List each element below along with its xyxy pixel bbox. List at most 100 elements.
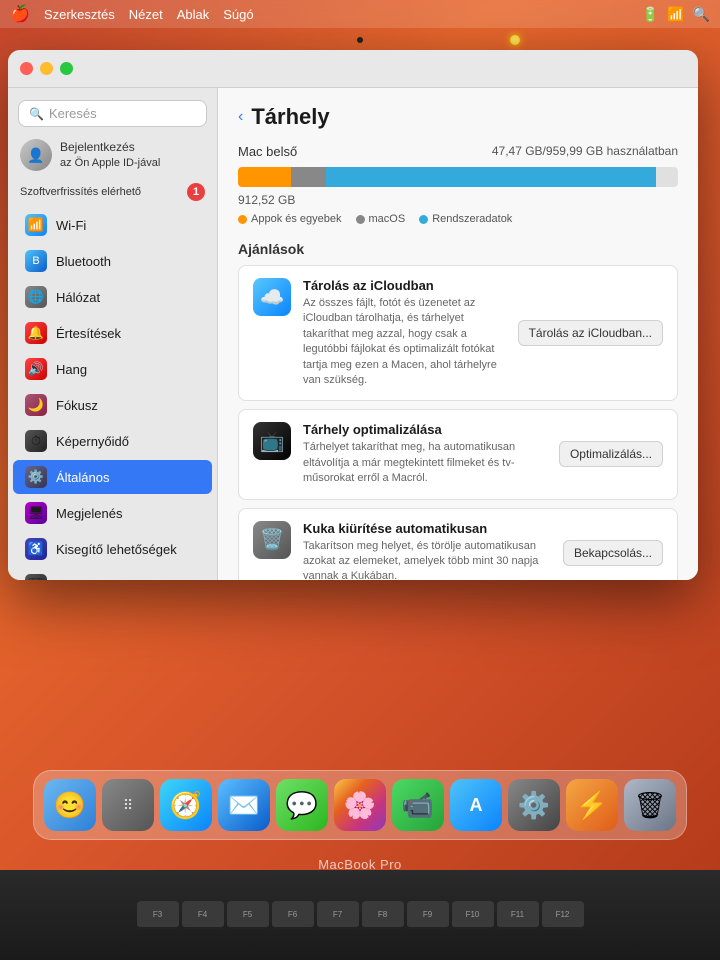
page-title: Tárhely [251, 104, 329, 130]
main-content: ‹ Tárhely Mac belső 47,47 GB/959,99 GB h… [218, 88, 698, 580]
user-name: Bejelentkezés [60, 140, 160, 156]
key-f3[interactable]: F3 [137, 901, 179, 929]
storage-seg-macos [291, 167, 326, 187]
storage-legend: Appok és egyebek macOS Rendszeradatok [238, 213, 678, 225]
rec-card-icloud: ☁️ Tárolás az iCloudban Az összes fájlt,… [238, 265, 678, 401]
notification-icon: 🔔 [25, 322, 47, 344]
sidebar: 🔍 Keresés 👤 Bejelentkezés az Ön Apple ID… [8, 88, 218, 580]
dock-appstore[interactable]: A [450, 779, 502, 831]
key-f11[interactable]: F11 [497, 901, 539, 929]
key-f6[interactable]: F6 [272, 901, 314, 929]
back-button[interactable]: ‹ [238, 108, 243, 126]
sidebar-label-bluetooth: Bluetooth [56, 254, 111, 269]
rec-desc-trash: Takarítson meg helyet, és törölje automa… [303, 539, 551, 580]
dock-safari[interactable]: 🧭 [160, 779, 212, 831]
storage-usage: 47,47 GB/959,99 GB használatban [492, 144, 678, 159]
rec-desc-icloud: Az összes fájlt, fotót és üzenetet az iC… [303, 296, 506, 388]
storage-bar [238, 167, 678, 187]
storage-seg-apps [238, 167, 291, 187]
sidebar-item-notif[interactable]: 🔔 Értesítések [13, 316, 212, 350]
sidebar-label-accessibility: Kisegítő lehetőségek [56, 542, 177, 557]
user-sub: az Ön Apple ID-jával [60, 156, 160, 170]
update-badge: 1 [187, 183, 205, 201]
dock-reeder[interactable]: ⚡ [566, 779, 618, 831]
sidebar-item-general[interactable]: ⚙️ Általános [13, 460, 212, 494]
rec-desc-tv: Tárhelyet takaríthat meg, ha automatikus… [303, 440, 547, 486]
key-f8[interactable]: F8 [362, 901, 404, 929]
key-f9[interactable]: F9 [407, 901, 449, 929]
network-icon: 🌐 [25, 286, 47, 308]
battery-icon: 🔋 [642, 6, 659, 23]
close-button[interactable] [20, 62, 33, 75]
key-f10[interactable]: F10 [452, 901, 494, 929]
key-f4[interactable]: F4 [182, 901, 224, 929]
dock-launchpad[interactable]: ⠿ [102, 779, 154, 831]
display-icon: 🖥 [25, 502, 47, 524]
dock-trash[interactable]: 🗑 [624, 779, 676, 831]
general-icon: ⚙️ [25, 466, 47, 488]
sidebar-item-accessibility[interactable]: ♿ Kisegítő lehetőségek [13, 532, 212, 566]
menu-sugo[interactable]: Súgó [223, 7, 253, 22]
keyboard-row: F3 F4 F5 F6 F7 F8 F9 F10 F11 F12 [137, 901, 584, 929]
key-f7[interactable]: F7 [317, 901, 359, 929]
apple-menu-icon[interactable]: 🍎 [10, 4, 30, 24]
sidebar-item-wifi[interactable]: 📶 Wi-Fi [13, 208, 212, 242]
rec-card-trash: 🗑️ Kuka kiürítése automatikusan Takaríts… [238, 508, 678, 580]
rec-button-icloud[interactable]: Tárolás az iCloudban... [518, 320, 663, 346]
dock-facetime[interactable]: 📹 [392, 779, 444, 831]
legend-dot-apps [238, 215, 247, 224]
recommendations-title: Ajánlások [238, 241, 678, 257]
sidebar-item-focus[interactable]: 🌙 Fókusz [13, 388, 212, 422]
dock-messages[interactable]: 💬 [276, 779, 328, 831]
sidebar-item-screentime[interactable]: ⏱ Képernyőidő [13, 424, 212, 458]
menu-szerkesztes[interactable]: Szerkesztés [44, 7, 115, 22]
sidebar-item-controlcenter[interactable]: 🎛 Vezérlőközpont [13, 568, 212, 580]
menu-ablak[interactable]: Ablak [177, 7, 210, 22]
sidebar-label-display: Megjelenés [56, 506, 123, 521]
user-info: Bejelentkezés az Ön Apple ID-jával [60, 140, 160, 170]
maximize-button[interactable] [60, 62, 73, 75]
keyboard-area: F3 F4 F5 F6 F7 F8 F9 F10 F11 F12 [0, 870, 720, 960]
dock-mail[interactable]: ✉️ [218, 779, 270, 831]
sidebar-item-sound[interactable]: 🔊 Hang [13, 352, 212, 386]
sidebar-label-controlcenter: Vezérlőközpont [56, 578, 145, 581]
search-box[interactable]: 🔍 Keresés [18, 100, 207, 127]
sidebar-label-notif: Értesítések [56, 326, 121, 341]
rec-button-tv[interactable]: Optimalizálás... [559, 441, 663, 467]
user-section[interactable]: 👤 Bejelentkezés az Ön Apple ID-jával [8, 135, 217, 179]
dock-systemprefs[interactable]: ⚙️ [508, 779, 560, 831]
camera-dot [357, 37, 363, 43]
sidebar-item-network[interactable]: 🌐 Hálózat [13, 280, 212, 314]
menu-nezet[interactable]: Nézet [129, 7, 163, 22]
sidebar-label-wifi: Wi-Fi [56, 218, 86, 233]
legend-label-macos: macOS [369, 213, 406, 225]
dock-finder[interactable]: 😊 [44, 779, 96, 831]
legend-label-system: Rendszeradatok [432, 213, 512, 225]
legend-dot-macos [356, 215, 365, 224]
rec-content-trash: Kuka kiürítése automatikusan Takarítson … [303, 521, 551, 580]
rec-content-icloud: Tárolás az iCloudban Az összes fájlt, fo… [303, 278, 506, 388]
sidebar-item-display[interactable]: 🖥 Megjelenés [13, 496, 212, 530]
sidebar-label-sound: Hang [56, 362, 87, 377]
key-f12[interactable]: F12 [542, 901, 584, 929]
sidebar-label-network: Hálózat [56, 290, 100, 305]
dock-photos[interactable]: 🌸 [334, 779, 386, 831]
minimize-button[interactable] [40, 62, 53, 75]
sidebar-item-bluetooth[interactable]: B Bluetooth [13, 244, 212, 278]
legend-dot-system [419, 215, 428, 224]
storage-bar-label: 912,52 GB [238, 193, 678, 207]
search-menu-icon[interactable]: 🔍 [693, 6, 710, 23]
rec-icon-tv: 📺 [253, 422, 291, 460]
storage-header: Mac belső 47,47 GB/959,99 GB használatba… [238, 144, 678, 159]
legend-apps: Appok és egyebek [238, 213, 342, 225]
storage-section: Mac belső 47,47 GB/959,99 GB használatba… [238, 144, 678, 225]
search-placeholder: Keresés [49, 106, 97, 121]
software-update-row[interactable]: Szoftverfrissítés elérhető 1 [8, 179, 217, 207]
rec-button-trash[interactable]: Bekapcsolás... [563, 540, 663, 566]
key-f5[interactable]: F5 [227, 901, 269, 929]
wifi-status-icon: 📶 [667, 6, 684, 23]
menu-bar-left: 🍎 Szerkesztés Nézet Ablak Súgó [10, 4, 254, 24]
storage-seg-system [326, 167, 656, 187]
sound-icon: 🔊 [25, 358, 47, 380]
rec-icon-icloud: ☁️ [253, 278, 291, 316]
